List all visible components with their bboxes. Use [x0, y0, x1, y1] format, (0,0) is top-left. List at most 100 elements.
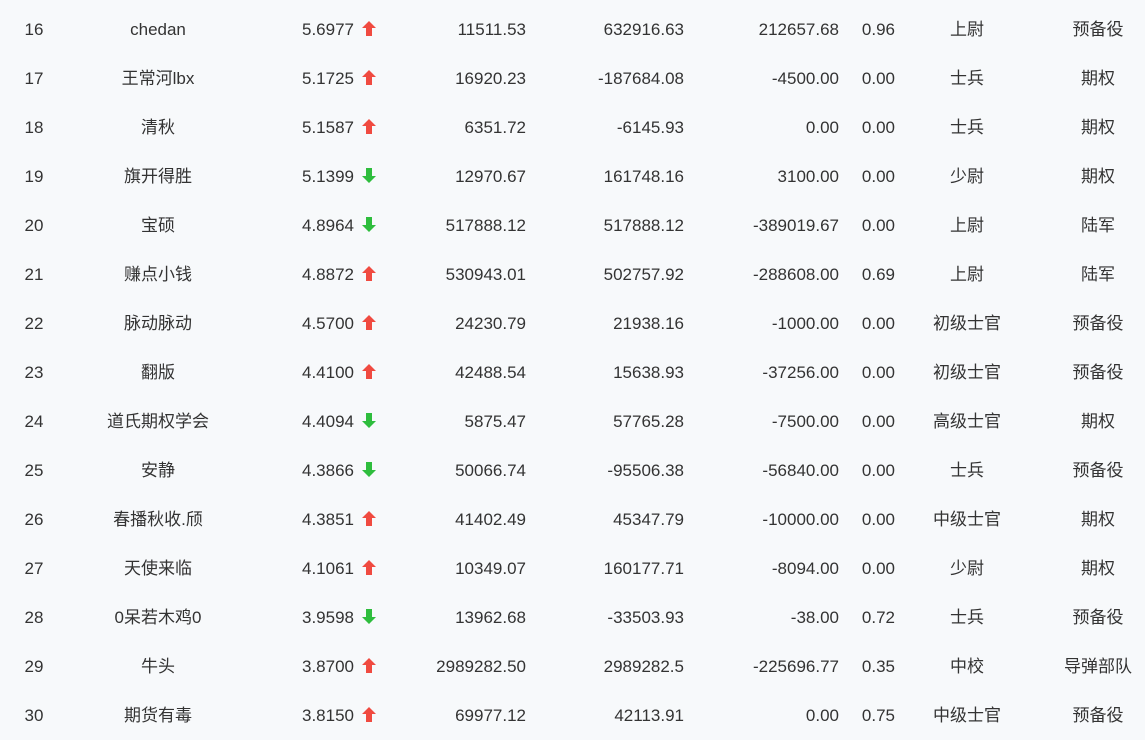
table-row[interactable]: 21 赚点小钱 4.8872 530943.01 502757.92 -2886… [0, 250, 1145, 299]
value-column-3: 0.00 [805, 706, 839, 725]
value-column-3: -7500.00 [771, 412, 839, 431]
arrow-up-icon [362, 348, 382, 397]
value-column-3: -1000.00 [771, 314, 839, 333]
value-column-2: 502757.92 [603, 265, 684, 284]
ratio-value: 0.75 [861, 706, 895, 725]
value-column-1: 12970.67 [455, 167, 526, 186]
ratio-value: 0.00 [861, 461, 895, 480]
value-column-1: 24230.79 [455, 314, 526, 333]
score-value: 4.3866 [302, 461, 354, 480]
ratio-value: 0.00 [861, 559, 895, 578]
ratio-value: 0.00 [861, 69, 895, 88]
rank-title: 中级士官 [933, 706, 1001, 725]
trader-name: chedan [130, 20, 186, 39]
trader-name: 安静 [141, 461, 175, 480]
rank-number: 26 [24, 510, 44, 529]
ratio-value: 0.72 [861, 608, 895, 627]
table-row[interactable]: 26 春播秋收.颀 4.3851 41402.49 45347.79 -1000… [0, 495, 1145, 544]
rank-title: 士兵 [950, 608, 984, 627]
value-column-1: 69977.12 [455, 706, 526, 725]
ratio-value: 0.69 [861, 265, 895, 284]
arrow-down-icon [362, 446, 382, 495]
rank-number: 28 [24, 608, 44, 627]
value-column-3: -389019.67 [752, 216, 839, 235]
unit-name: 期权 [1081, 69, 1115, 88]
value-column-3: -288608.00 [752, 265, 839, 284]
value-column-2: 21938.16 [613, 314, 684, 333]
unit-name: 预备役 [1072, 706, 1124, 725]
ratio-value: 0.00 [861, 314, 895, 333]
value-column-1: 5875.47 [464, 412, 526, 431]
value-column-3: 3100.00 [777, 167, 839, 186]
rank-number: 24 [24, 412, 44, 431]
rank-title: 初级士官 [933, 363, 1001, 382]
value-column-1: 42488.54 [455, 363, 526, 382]
value-column-1: 13962.68 [455, 608, 526, 627]
table-row[interactable]: 19 旗开得胜 5.1399 12970.67 161748.16 3100.0… [0, 152, 1145, 201]
value-column-3: 0.00 [805, 118, 839, 137]
trader-name: 春播秋收.颀 [113, 510, 203, 529]
rank-title: 初级士官 [933, 314, 1001, 333]
rank-title: 上尉 [950, 216, 984, 235]
table-row[interactable]: 20 宝硕 4.8964 517888.12 517888.12 -389019… [0, 201, 1145, 250]
rank-title: 中校 [950, 657, 984, 676]
table-row[interactable]: 18 清秋 5.1587 6351.72 -6145.93 0.00 0.00 … [0, 103, 1145, 152]
value-column-1: 16920.23 [455, 69, 526, 88]
unit-name: 陆军 [1081, 216, 1115, 235]
ratio-value: 0.00 [861, 363, 895, 382]
ratio-value: 0.00 [861, 167, 895, 186]
table-row[interactable]: 16 chedan 5.6977 11511.53 632916.63 2126… [0, 5, 1145, 54]
ratio-value: 0.35 [861, 657, 895, 676]
value-column-2: 2989282.5 [603, 657, 684, 676]
table-row[interactable]: 17 王常河lbx 5.1725 16920.23 -187684.08 -45… [0, 54, 1145, 103]
value-column-2: -33503.93 [607, 608, 684, 627]
value-column-3: -8094.00 [771, 559, 839, 578]
rank-title: 上尉 [950, 265, 984, 284]
table-row[interactable]: 27 天使来临 4.1061 10349.07 160177.71 -8094.… [0, 544, 1145, 593]
value-column-1: 10349.07 [455, 559, 526, 578]
score-value: 4.8964 [302, 216, 354, 235]
value-column-1: 50066.74 [455, 461, 526, 480]
value-column-1: 6351.72 [464, 118, 526, 137]
table-row[interactable]: 29 牛头 3.8700 2989282.50 2989282.5 -22569… [0, 642, 1145, 691]
arrow-up-icon [362, 642, 382, 691]
table-row[interactable]: 24 道氏期权学会 4.4094 5875.47 57765.28 -7500.… [0, 397, 1145, 446]
value-column-3: -37256.00 [762, 363, 839, 382]
value-column-1: 11511.53 [457, 20, 526, 39]
score-value: 5.1399 [302, 167, 354, 186]
trader-name: 翻版 [141, 363, 175, 382]
score-value: 4.4094 [302, 412, 354, 431]
table-row[interactable]: 23 翻版 4.4100 42488.54 15638.93 -37256.00… [0, 348, 1145, 397]
value-column-2: 45347.79 [613, 510, 684, 529]
score-value: 4.8872 [302, 265, 354, 284]
trader-name: 赚点小钱 [124, 265, 192, 284]
table-row[interactable]: 25 安静 4.3866 50066.74 -95506.38 -56840.0… [0, 446, 1145, 495]
value-column-3: -225696.77 [752, 657, 839, 676]
unit-name: 预备役 [1072, 363, 1124, 382]
score-value: 4.3851 [302, 510, 354, 529]
arrow-up-icon [362, 299, 382, 348]
unit-name: 预备役 [1072, 461, 1124, 480]
value-column-1: 530943.01 [445, 265, 526, 284]
rank-title: 士兵 [950, 118, 984, 137]
rank-number: 22 [24, 314, 44, 333]
unit-name: 预备役 [1072, 314, 1124, 333]
table-row[interactable]: 30 期货有毒 3.8150 69977.12 42113.91 0.00 0.… [0, 691, 1145, 740]
table-row[interactable]: 22 脉动脉动 4.5700 24230.79 21938.16 -1000.0… [0, 299, 1145, 348]
rank-number: 19 [24, 167, 44, 186]
arrow-down-icon [362, 593, 382, 642]
value-column-1: 517888.12 [445, 216, 526, 235]
arrow-down-icon [362, 201, 382, 250]
score-value: 5.1587 [302, 118, 354, 137]
arrow-up-icon [362, 54, 382, 103]
trader-name: 道氏期权学会 [107, 412, 209, 431]
unit-name: 期权 [1081, 167, 1115, 186]
trader-name: 牛头 [141, 657, 175, 676]
unit-name: 期权 [1081, 510, 1115, 529]
ratio-value: 0.00 [861, 216, 895, 235]
arrow-up-icon [362, 5, 382, 54]
table-row[interactable]: 28 0呆若木鸡0 3.9598 13962.68 -33503.93 -38.… [0, 593, 1145, 642]
value-column-3: -56840.00 [762, 461, 839, 480]
value-column-2: 57765.28 [613, 412, 684, 431]
unit-name: 陆军 [1081, 265, 1115, 284]
